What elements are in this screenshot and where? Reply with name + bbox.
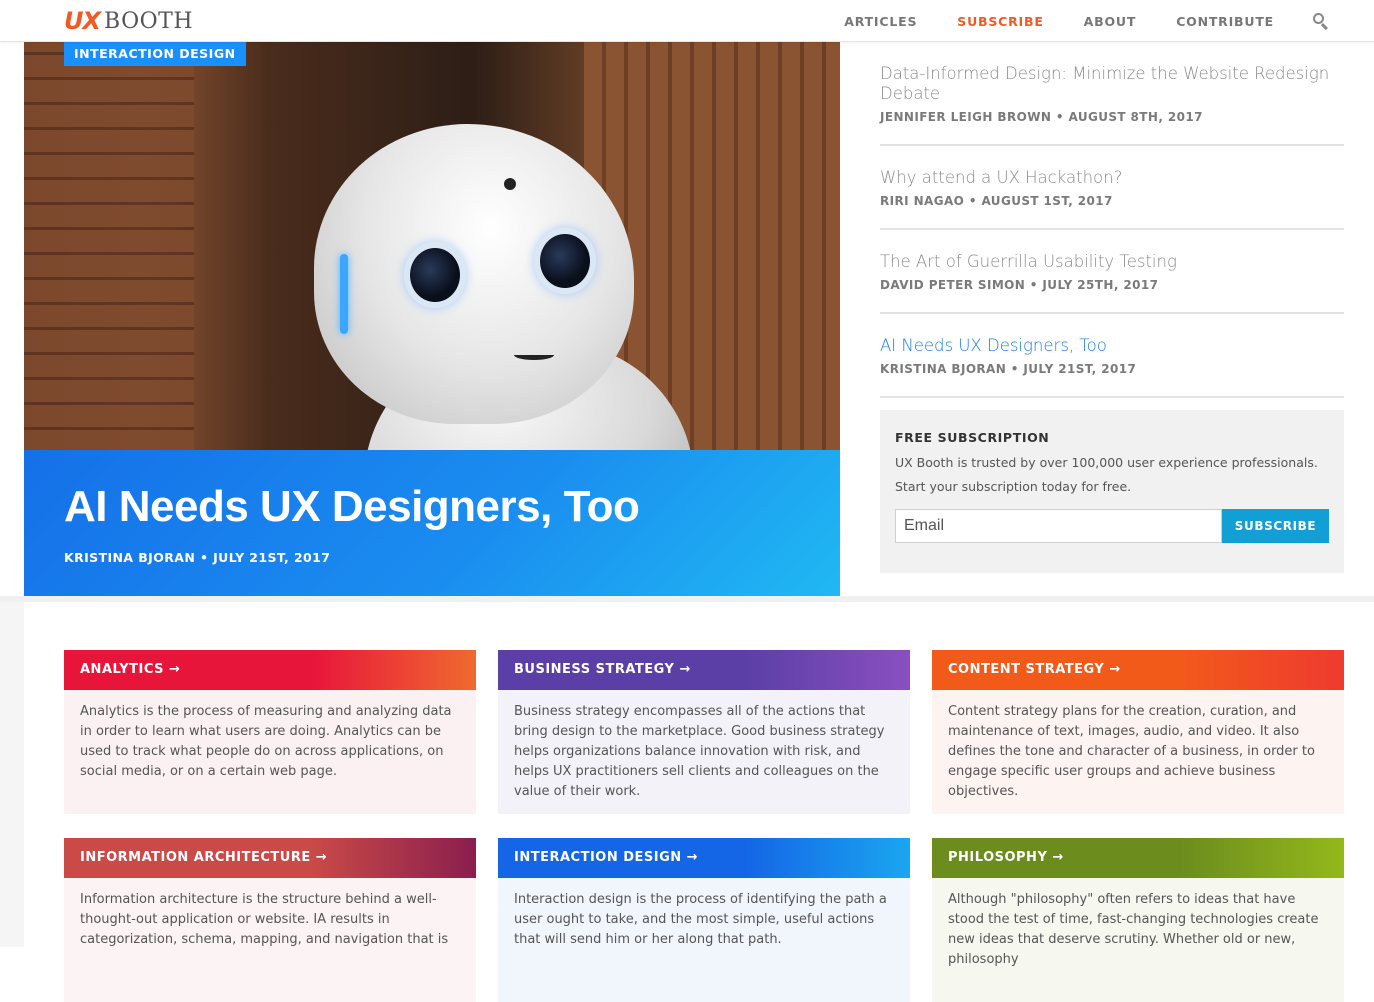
search-icon[interactable] <box>1312 12 1330 31</box>
category-description: Content strategy plans for the creation,… <box>932 690 1344 814</box>
hero-title[interactable]: AI Needs UX Designers, Too <box>64 482 640 532</box>
category-heading[interactable]: PHILOSOPHY → <box>932 838 1344 878</box>
main-nav: ARTICLES SUBSCRIBE ABOUT CONTRIBUTE <box>804 0 1330 42</box>
post-meta: RIRI NAGAO • AUGUST 1ST, 2017 <box>880 194 1113 208</box>
category-description: Analytics is the process of measuring an… <box>64 690 476 814</box>
category-card-interaction-design[interactable]: INTERACTION DESIGN → Interaction design … <box>498 838 910 1002</box>
robot-photo <box>24 42 840 452</box>
email-input[interactable]: Email <box>895 509 1222 543</box>
subscription-text: UX Booth is trusted by over 100,000 user… <box>895 455 1318 494</box>
category-heading[interactable]: CONTENT STRATEGY → <box>932 650 1344 690</box>
post-item-current[interactable]: AI Needs UX Designers, Too KRISTINA BJOR… <box>880 314 1344 398</box>
post-item[interactable]: Data-Informed Design: Minimize the Websi… <box>880 42 1344 146</box>
category-description: Although "philosophy" often refers to id… <box>932 878 1344 1002</box>
category-heading[interactable]: INFORMATION ARCHITECTURE → <box>64 838 476 878</box>
category-heading[interactable]: BUSINESS STRATEGY → <box>498 650 910 690</box>
category-card-information-architecture[interactable]: INFORMATION ARCHITECTURE → Information a… <box>64 838 476 1002</box>
post-meta: JENNIFER LEIGH BROWN • AUGUST 8TH, 2017 <box>880 110 1203 124</box>
category-description: Information architecture is the structur… <box>64 878 476 1002</box>
category-card-content-strategy[interactable]: CONTENT STRATEGY → Content strategy plan… <box>932 650 1344 814</box>
post-title[interactable]: The Art of Guerrilla Usability Testing <box>880 252 1344 272</box>
site-header: UX BOOTH ARTICLES SUBSCRIBE ABOUT CONTRI… <box>0 0 1374 42</box>
post-item[interactable]: The Art of Guerrilla Usability Testing D… <box>880 230 1344 314</box>
post-title[interactable]: Why attend a UX Hackathon? <box>880 168 1344 188</box>
category-heading[interactable]: INTERACTION DESIGN → <box>498 838 910 878</box>
category-description: Interaction design is the process of ide… <box>498 878 910 1002</box>
logo-ux: UX <box>64 7 101 35</box>
subscription-heading: FREE SUBSCRIPTION <box>895 430 1050 445</box>
category-description: Business strategy encompasses all of the… <box>498 690 910 814</box>
categories-section: ANALYTICS → Analytics is the process of … <box>0 596 1374 1002</box>
hero-meta: KRISTINA BJORAN • JULY 21ST, 2017 <box>64 550 331 565</box>
post-meta: KRISTINA BJORAN • JULY 21ST, 2017 <box>880 362 1137 376</box>
post-item[interactable]: Why attend a UX Hackathon? RIRI NAGAO • … <box>880 146 1344 230</box>
post-title[interactable]: Data-Informed Design: Minimize the Websi… <box>880 64 1344 104</box>
logo-booth: BOOTH <box>104 8 194 34</box>
recent-posts-sidebar: Data-Informed Design: Minimize the Websi… <box>880 42 1344 573</box>
nav-articles[interactable]: ARTICLES <box>844 14 917 29</box>
nav-contribute[interactable]: CONTRIBUTE <box>1176 14 1274 29</box>
site-logo[interactable]: UX BOOTH <box>64 6 193 36</box>
nav-about[interactable]: ABOUT <box>1084 14 1137 29</box>
subscribe-button[interactable]: SUBSCRIBE <box>1222 509 1329 543</box>
subscription-box: FREE SUBSCRIPTION UX Booth is trusted by… <box>880 410 1344 573</box>
post-title[interactable]: AI Needs UX Designers, Too <box>880 336 1344 356</box>
category-card-business-strategy[interactable]: BUSINESS STRATEGY → Business strategy en… <box>498 650 910 814</box>
category-card-philosophy[interactable]: PHILOSOPHY → Although "philosophy" often… <box>932 838 1344 1002</box>
post-meta: DAVID PETER SIMON • JULY 25TH, 2017 <box>880 278 1159 292</box>
featured-article[interactable]: INTERACTION DESIGN AI Needs UX Designers… <box>24 42 840 602</box>
category-badge[interactable]: INTERACTION DESIGN <box>64 42 246 66</box>
nav-subscribe[interactable]: SUBSCRIBE <box>957 14 1043 29</box>
category-card-analytics[interactable]: ANALYTICS → Analytics is the process of … <box>64 650 476 814</box>
category-heading[interactable]: ANALYTICS → <box>64 650 476 690</box>
